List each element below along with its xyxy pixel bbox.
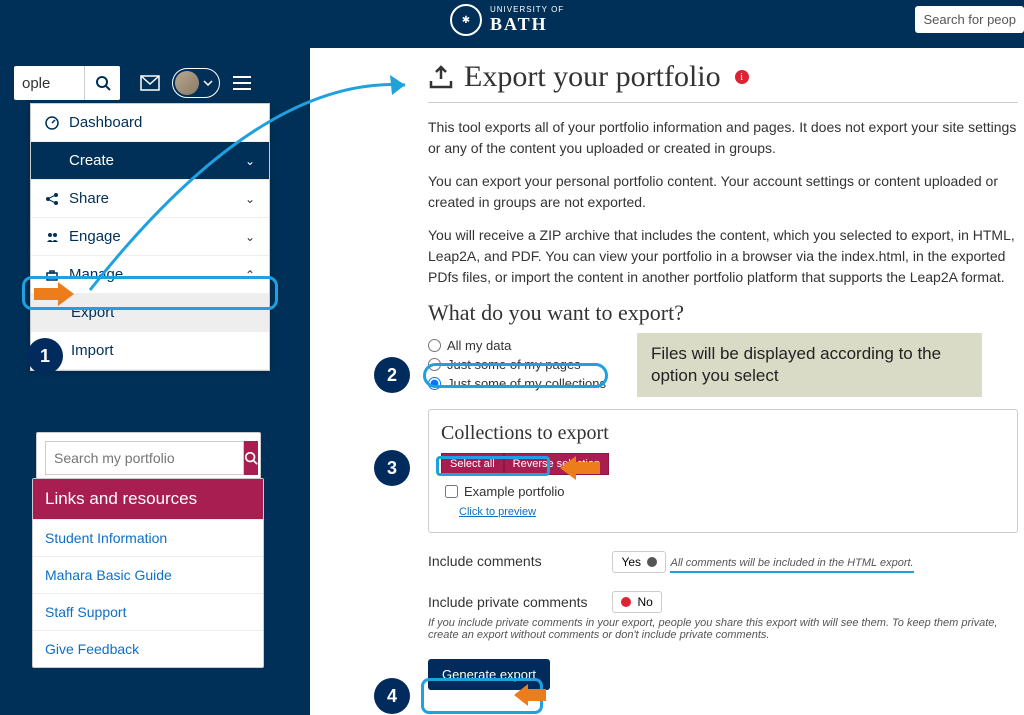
link-staff-support[interactable]: Staff Support [33, 593, 263, 630]
collections-heading: Collections to export [441, 422, 1005, 445]
link-student-info[interactable]: Student Information [33, 519, 263, 556]
uni-logo: ✱ UNIVERSITY OF BATH [450, 4, 564, 36]
export-icon [428, 65, 454, 89]
toggle-no-label: No [637, 595, 652, 609]
comments-note: All comments will be included in the HTM… [670, 557, 913, 573]
desc-3: You will receive a ZIP archive that incl… [428, 225, 1018, 288]
step-4-badge: 4 [374, 678, 410, 714]
preview-link[interactable]: Click to preview [459, 506, 536, 518]
logo-name: BATH [490, 14, 564, 35]
radio-all-input[interactable] [428, 339, 441, 352]
include-comments-label: Include comments [428, 553, 608, 569]
radio-pages-input[interactable] [428, 358, 441, 371]
collection-label: Example portfolio [464, 484, 564, 499]
link-feedback[interactable]: Give Feedback [33, 630, 263, 667]
include-private-toggle[interactable]: No [612, 591, 661, 613]
step-1-badge: 1 [27, 338, 63, 374]
step-3-badge: 3 [374, 450, 410, 486]
arrow-pointer-icon [560, 456, 600, 480]
title-text: Export your portfolio [464, 60, 721, 94]
collections-box: Collections to export Select all Reverse… [428, 409, 1018, 533]
arrow-pointer-icon [514, 684, 546, 706]
desc-1: This tool exports all of your portfolio … [428, 117, 1018, 159]
logo-univ: UNIVERSITY OF [490, 5, 564, 14]
share-icon [45, 192, 61, 206]
people-icon [45, 230, 61, 244]
briefcase-icon [45, 268, 61, 282]
link-mahara-guide[interactable]: Mahara Basic Guide [33, 556, 263, 593]
question-heading: What do you want to export? [428, 300, 1018, 326]
dashboard-icon [45, 116, 61, 130]
top-search-field[interactable]: Search for peop [915, 6, 1024, 33]
arrow-pointer-icon [34, 282, 74, 306]
include-private-label: Include private comments [428, 594, 608, 610]
links-heading: Links and resources [33, 479, 263, 519]
toggle-dot-icon [647, 557, 657, 567]
separator [428, 102, 1018, 103]
include-comments-row: Include comments Yes All comments will b… [428, 551, 1018, 573]
portfolio-search-button[interactable] [244, 441, 258, 475]
collection-item[interactable]: Example portfolio [441, 481, 1005, 502]
people-search-input[interactable] [14, 75, 84, 92]
collection-checkbox[interactable] [445, 485, 458, 498]
search-icon [244, 451, 258, 465]
portfolio-search [36, 432, 261, 484]
radio-coll-input[interactable] [428, 377, 441, 390]
page-title: Export your portfolio i [428, 60, 1018, 94]
include-comments-toggle[interactable]: Yes [612, 551, 666, 573]
curved-arrow-icon [80, 65, 430, 305]
toggle-yes-label: Yes [621, 555, 641, 569]
include-private-row: Include private comments No If you inclu… [428, 591, 1018, 641]
radio-label: Just some of my pages [447, 357, 581, 372]
links-resources: Links and resources Student Information … [32, 478, 264, 668]
select-all-button[interactable]: Select all [441, 453, 504, 475]
crest-icon: ✱ [450, 4, 482, 36]
info-icon[interactable]: i [735, 70, 749, 84]
callout-note: Files will be displayed according to the… [637, 333, 982, 397]
desc-2: You can export your personal portfolio c… [428, 171, 1018, 213]
toggle-dot-icon [621, 597, 631, 607]
submenu-import[interactable]: Import [31, 332, 269, 370]
portfolio-search-input[interactable] [45, 441, 244, 475]
radio-label: Just some of my collections [447, 376, 606, 391]
step-2-badge: 2 [374, 357, 410, 393]
radio-label: All my data [447, 338, 511, 353]
private-note: If you include private comments in your … [428, 617, 1018, 641]
